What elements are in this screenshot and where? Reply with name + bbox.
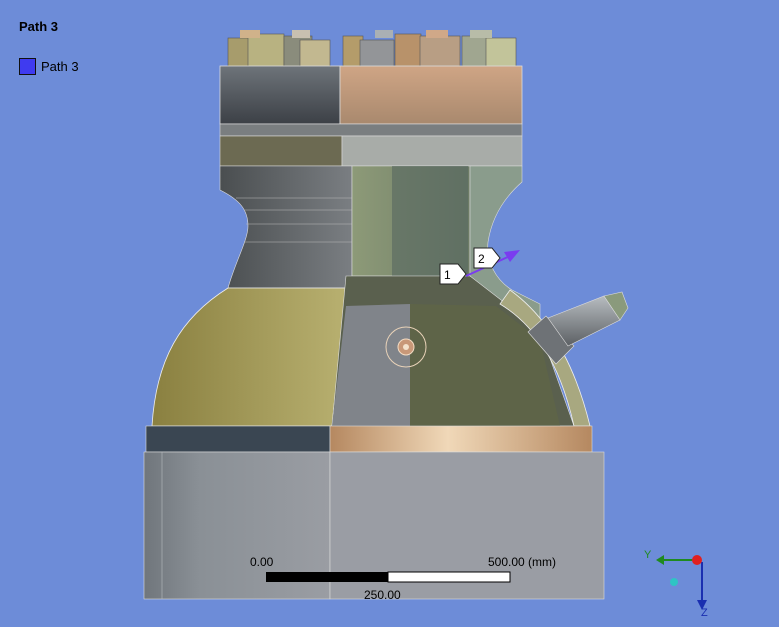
bell-left — [151, 287, 347, 427]
triad-y-label: Y — [644, 549, 652, 561]
coordinate-triad: Y Z — [644, 549, 708, 619]
triad-x-indicator — [692, 555, 702, 565]
copper-band-left — [145, 425, 331, 453]
path-end-label: 2 — [478, 252, 485, 266]
bolt-heads — [227, 30, 517, 69]
copper-band-right — [329, 425, 593, 453]
model-view[interactable]: 1 2 0.00 500.00 (mm) 250.00 Y Z — [0, 0, 779, 627]
scale-bar-mid: 250.00 — [364, 588, 401, 602]
scale-bar-min: 0.00 — [250, 555, 274, 569]
top-flange-right — [339, 65, 523, 125]
graphics-viewport[interactable]: Path 3 Path 3 1 2 0.00 500.00 (mm) 250.0… — [0, 0, 779, 627]
path-end-marker[interactable]: 2 — [473, 247, 501, 269]
triad-z-label: Z — [701, 607, 708, 619]
scale-bar-max: 500.00 (mm) — [488, 555, 556, 569]
neck-left — [219, 165, 353, 289]
top-flange-left — [219, 65, 341, 125]
path-start-label: 1 — [444, 268, 451, 282]
triad-iso-ball[interactable] — [670, 578, 678, 586]
